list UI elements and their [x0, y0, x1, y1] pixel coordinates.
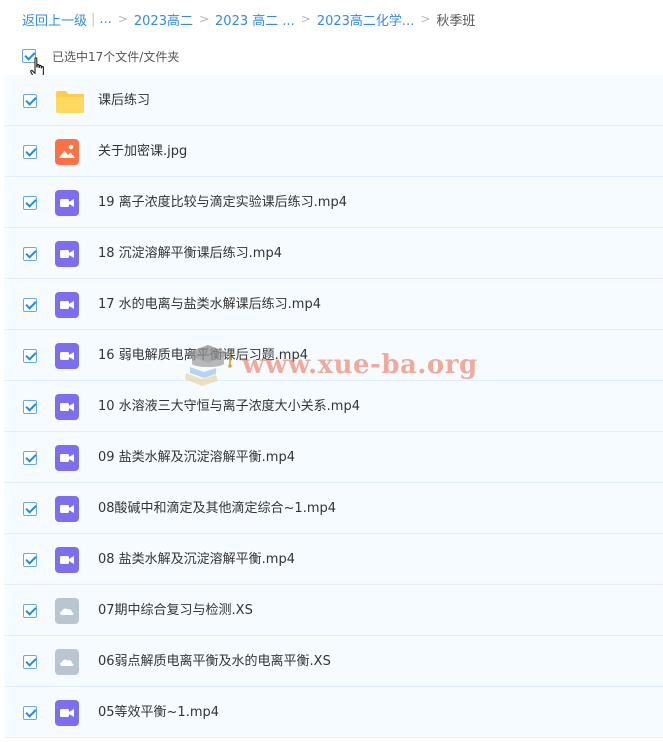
breadcrumb-separator: > — [300, 12, 311, 26]
breadcrumb-separator: > — [117, 12, 128, 26]
video-file-icon — [55, 394, 79, 420]
image-file-icon — [55, 139, 79, 165]
file-checkbox[interactable] — [23, 94, 37, 108]
file-name[interactable]: 05等效平衡~1.mp4 — [98, 687, 219, 738]
breadcrumb-ellipsis[interactable]: ... — [99, 12, 111, 27]
file-row[interactable]: 08 盐类水解及沉淀溶解平衡.mp4 — [4, 534, 663, 585]
selection-count-label: 已选中17个文件/文件夹 — [52, 49, 180, 64]
cloud-file-icon — [55, 649, 79, 675]
file-checkbox[interactable] — [23, 706, 37, 720]
file-checkbox[interactable] — [23, 502, 37, 516]
file-checkbox[interactable] — [23, 553, 37, 567]
file-row[interactable]: 08酸碱中和滴定及其他滴定综合~1.mp4 — [4, 483, 663, 534]
file-checkbox[interactable] — [23, 145, 37, 159]
file-checkbox[interactable] — [23, 247, 37, 261]
file-name[interactable]: 18 沉淀溶解平衡课后练习.mp4 — [98, 228, 282, 279]
breadcrumb-separator: > — [420, 12, 431, 26]
file-name[interactable]: 19 离子浓度比较与滴定实验课后练习.mp4 — [98, 177, 347, 228]
file-name[interactable]: 16 弱电解质电离平衡课后习题.mp4 — [98, 330, 308, 381]
file-row[interactable]: 10 水溶液三大守恒与离子浓度大小关系.mp4 — [4, 381, 663, 432]
file-checkbox[interactable] — [23, 451, 37, 465]
video-file-icon — [55, 547, 79, 573]
file-row[interactable]: 06弱点解质电离平衡及水的电离平衡.XS — [4, 636, 663, 687]
file-name[interactable]: 10 水溶液三大守恒与离子浓度大小关系.mp4 — [98, 381, 360, 432]
file-row[interactable]: 09 盐类水解及沉淀溶解平衡.mp4 — [4, 432, 663, 483]
cloud-file-icon — [55, 598, 79, 624]
breadcrumb-item-chemistry[interactable]: 2023高二化学... — [317, 10, 414, 29]
file-name[interactable]: 课后练习 — [98, 75, 150, 126]
file-name[interactable]: 06弱点解质电离平衡及水的电离平衡.XS — [98, 636, 331, 687]
file-checkbox[interactable] — [23, 400, 37, 414]
breadcrumb-current: 秋季班 — [436, 13, 476, 29]
breadcrumb: 返回上一级 | ... > 2023高二 > 2023 高二 ... > 202… — [22, 8, 475, 30]
breadcrumb-item-2023-grade2[interactable]: 2023高二 — [134, 10, 193, 29]
file-name[interactable]: 17 水的电离与盐类水解课后练习.mp4 — [98, 279, 321, 330]
file-name[interactable]: 08酸碱中和滴定及其他滴定综合~1.mp4 — [98, 483, 336, 534]
file-row[interactable]: 18 沉淀溶解平衡课后练习.mp4 — [4, 228, 663, 279]
file-row[interactable]: 07期中综合复习与检测.XS — [4, 585, 663, 636]
file-row[interactable]: 16 弱电解质电离平衡课后习题.mp4 — [4, 330, 663, 381]
file-checkbox[interactable] — [23, 604, 37, 618]
folder-icon — [56, 91, 84, 113]
file-checkbox[interactable] — [23, 298, 37, 312]
file-row[interactable]: 关于加密课.jpg — [4, 126, 663, 177]
breadcrumb-item-2023-grade2-sub[interactable]: 2023 高二 ... — [215, 10, 295, 29]
video-file-icon — [55, 700, 79, 726]
breadcrumb-separator: > — [198, 12, 210, 26]
file-row[interactable]: 课后练习 — [4, 75, 663, 126]
file-name[interactable]: 关于加密课.jpg — [98, 126, 187, 177]
video-file-icon — [55, 496, 79, 522]
file-checkbox[interactable] — [23, 349, 37, 363]
file-checkbox[interactable] — [23, 655, 37, 669]
video-file-icon — [55, 343, 79, 369]
file-checkbox[interactable] — [23, 196, 37, 210]
video-file-icon — [55, 445, 79, 471]
file-name[interactable]: 07期中综合复习与检测.XS — [98, 585, 253, 636]
file-row[interactable]: 05等效平衡~1.mp4 — [4, 687, 663, 738]
video-file-icon — [55, 241, 79, 267]
breadcrumb-divider: | — [91, 11, 96, 27]
file-list: 课后练习 关于加密课.jpg 19 离子浓度比较与滴定实验课后练习.mp4 18… — [4, 75, 663, 738]
video-file-icon — [55, 292, 79, 318]
back-link[interactable]: 返回上一级 — [22, 10, 87, 29]
file-name[interactable]: 08 盐类水解及沉淀溶解平衡.mp4 — [98, 534, 295, 585]
file-row[interactable]: 17 水的电离与盐类水解课后练习.mp4 — [4, 279, 663, 330]
video-file-icon — [55, 190, 79, 216]
file-name[interactable]: 09 盐类水解及沉淀溶解平衡.mp4 — [98, 432, 295, 483]
file-row[interactable]: 19 离子浓度比较与滴定实验课后练习.mp4 — [4, 177, 663, 228]
